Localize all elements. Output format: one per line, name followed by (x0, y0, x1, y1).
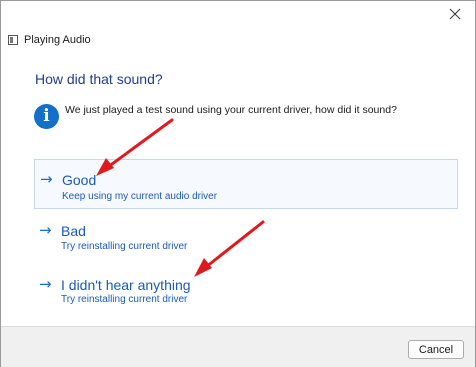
close-icon[interactable] (449, 8, 461, 20)
window-icon (8, 35, 18, 45)
option-bad[interactable]: → Bad Try reinstalling current driver (34, 216, 458, 258)
arrow-right-icon: → (39, 275, 52, 293)
option-good-title: Good (62, 172, 97, 188)
info-message: We just played a test sound using your c… (65, 104, 397, 116)
option-good-subtitle: Keep using my current audio driver (62, 191, 218, 202)
option-bad-title: Bad (61, 223, 86, 239)
arrow-right-icon: → (40, 170, 53, 188)
info-icon: i (34, 104, 59, 129)
page-heading: How did that sound? (35, 71, 163, 87)
window-title: Playing Audio (24, 34, 91, 46)
dialog-window: Playing Audio How did that sound? i We j… (0, 0, 476, 367)
option-no-sound-subtitle: Try reinstalling current driver (61, 294, 188, 305)
dialog-footer (1, 326, 475, 367)
option-no-sound[interactable]: → I didn't hear anything Try reinstallin… (34, 270, 458, 312)
option-no-sound-title: I didn't hear anything (61, 277, 191, 293)
option-bad-subtitle: Try reinstalling current driver (61, 241, 188, 252)
option-good[interactable]: → Good Keep using my current audio drive… (34, 159, 458, 209)
arrow-right-icon: → (39, 221, 52, 239)
cancel-button[interactable]: Cancel (408, 340, 464, 359)
